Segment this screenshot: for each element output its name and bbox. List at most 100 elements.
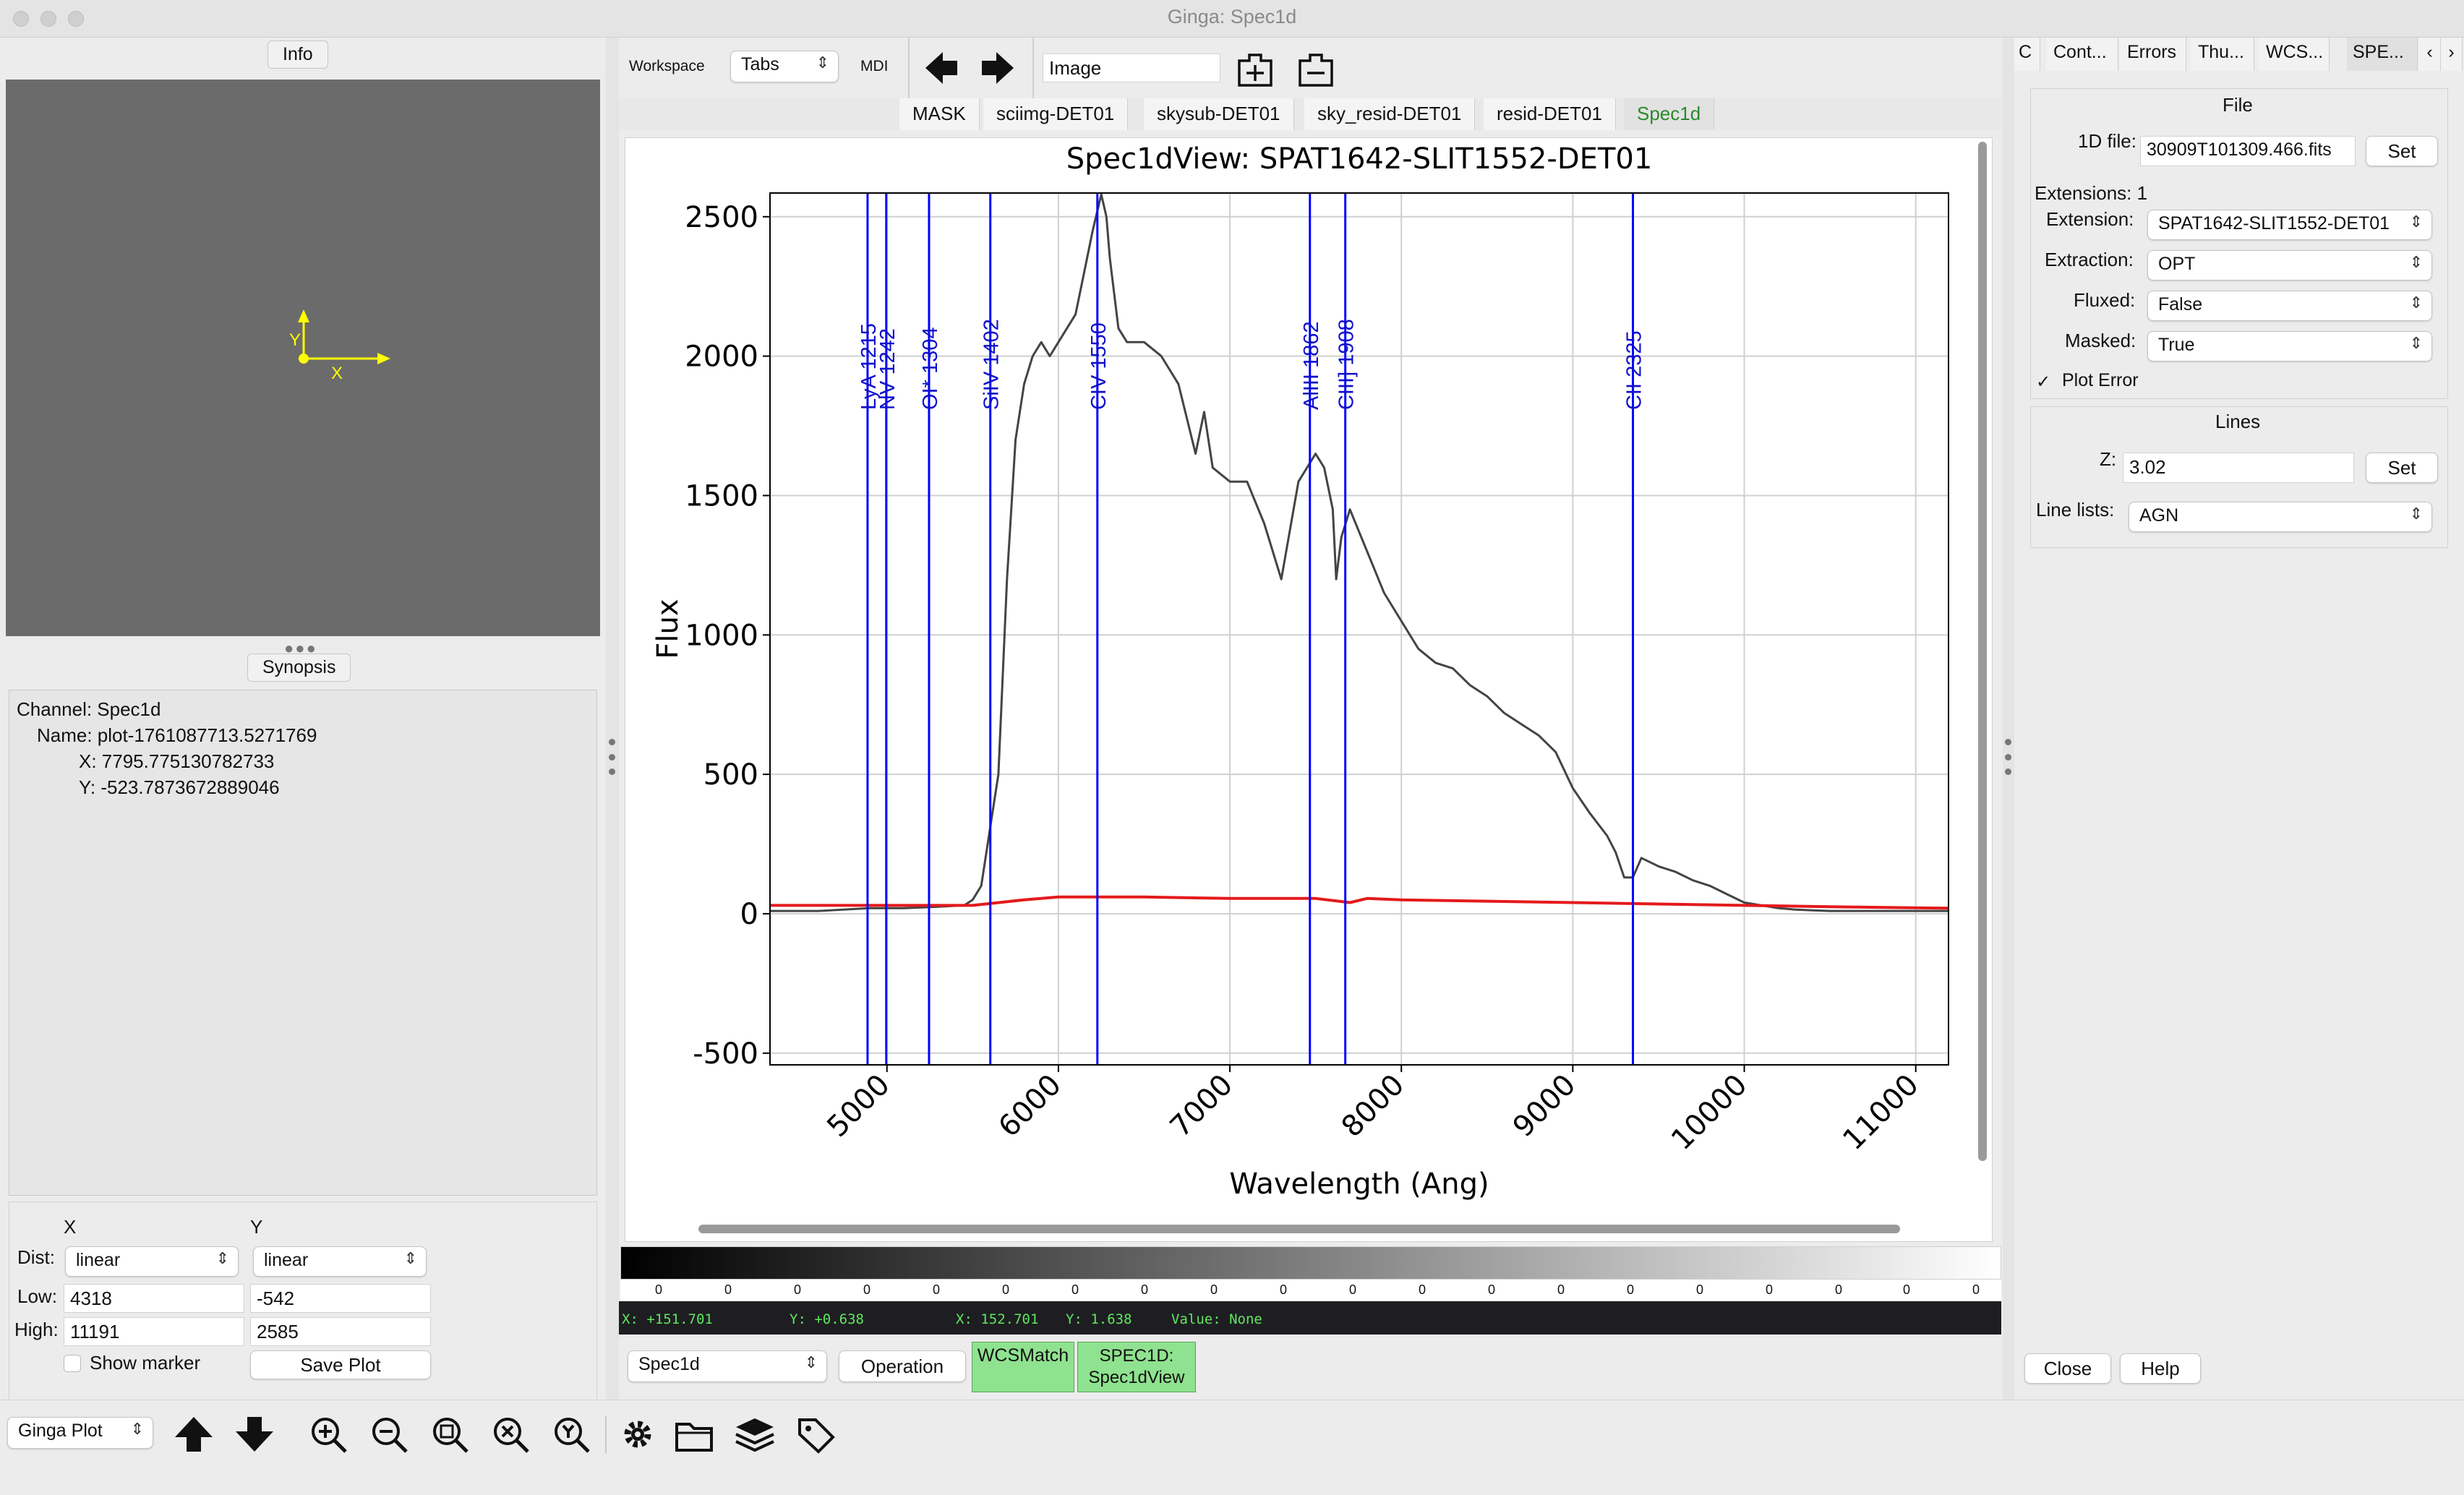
- tab-right-contents[interactable]: Cont...: [2046, 38, 2118, 71]
- colorbar-tick-label: 0: [1903, 1282, 1911, 1297]
- chevron-updown-icon: ⇕: [130, 1420, 144, 1438]
- chevron-left-icon[interactable]: ‹: [2419, 38, 2441, 71]
- workspace-select[interactable]: Tabs ⇕: [730, 51, 839, 82]
- image-name-input[interactable]: Image: [1043, 53, 1220, 82]
- save-plot-button[interactable]: Save Plot: [250, 1350, 431, 1379]
- spectrum-chart[interactable]: LyA 1215NV 1242 OI* 1304 SiIV 1402 CIV 1550…: [625, 138, 1985, 1215]
- tab-spec1d[interactable]: Spec1d: [1624, 98, 1715, 130]
- tab-sciimg[interactable]: sciimg-DET01: [983, 98, 1129, 130]
- tag-icon[interactable]: [798, 1418, 835, 1454]
- tab-right-c[interactable]: C: [2014, 38, 2040, 71]
- line-lists-label: Line lists:: [2036, 499, 2115, 521]
- help-button[interactable]: Help: [2120, 1353, 2201, 1384]
- colorbar-tick-label: 0: [1627, 1282, 1635, 1297]
- separator: [908, 38, 910, 98]
- masked-select[interactable]: True ⇕: [2147, 331, 2432, 361]
- arrow-up-icon[interactable]: [175, 1417, 213, 1452]
- readout-bar: X: +151.701 Y: +0.638 X: 152.701 Y: 1.63…: [619, 1301, 2001, 1335]
- tab-skysub[interactable]: skysub-DET01: [1144, 98, 1294, 130]
- colorbar-tick-label: 0: [1210, 1282, 1218, 1297]
- channel-select[interactable]: Spec1d ⇕: [628, 1350, 827, 1382]
- readout-value: Value: None: [1171, 1311, 1262, 1327]
- axis-x-label: X: [331, 364, 343, 383]
- dist-y-select[interactable]: linear ⇕: [253, 1246, 427, 1277]
- ginga-plot-select[interactable]: Ginga Plot ⇕: [7, 1417, 153, 1449]
- zoom-fit-icon[interactable]: [433, 1418, 469, 1453]
- tab-right-spec1d[interactable]: SPE...: [2347, 38, 2418, 71]
- arrow-down-icon[interactable]: [236, 1417, 273, 1452]
- tab-sky-resid[interactable]: sky_resid-DET01: [1304, 98, 1476, 130]
- add-channel-icon[interactable]: [1238, 53, 1272, 87]
- extension-value: SPAT1642-SLIT1552-DET01: [2158, 213, 2390, 234]
- lines-group-title: Lines: [2215, 411, 2261, 432]
- chevron-updown-icon: ⇕: [215, 1249, 229, 1267]
- workspace-icons: [1238, 53, 1333, 87]
- x-tick-label: 7000: [1164, 1068, 1240, 1144]
- horizontal-scrollbar[interactable]: [698, 1225, 1900, 1233]
- high-x-input[interactable]: 11191: [64, 1317, 244, 1346]
- plot-canvas[interactable]: LyA 1215 NV 1242 OI* 1304 SiIV 1402 CIV 1550…: [625, 137, 1993, 1242]
- colorbar-tick-label: 0: [933, 1282, 941, 1297]
- fluxed-select[interactable]: False ⇕: [2147, 291, 2432, 321]
- chevron-updown-icon: ⇕: [2409, 294, 2423, 312]
- axis-indicator-icon: Y X: [289, 309, 390, 383]
- tab-right-thumbs[interactable]: Thu...: [2191, 38, 2254, 71]
- wcsmatch-plugin-button[interactable]: WCSMatch: [972, 1342, 1074, 1392]
- line-lists-select[interactable]: AGN ⇕: [2129, 502, 2432, 532]
- y-tick-label: 500: [703, 758, 758, 792]
- left-panel: Info Y X ●●● Synopsis Channel: Spec1d Na…: [0, 38, 606, 1433]
- chevron-updown-icon: ⇕: [804, 1353, 818, 1371]
- spec1d-plugin-button[interactable]: SPEC1D: Spec1dView: [1077, 1342, 1196, 1392]
- tab-resid[interactable]: resid-DET01: [1484, 98, 1616, 130]
- spec1d-plugin-line2: Spec1dView: [1088, 1368, 1185, 1387]
- ginga-plot-value: Ginga Plot: [18, 1421, 103, 1441]
- z-set-button[interactable]: Set: [2366, 453, 2438, 483]
- zoom-x-icon[interactable]: [494, 1418, 529, 1453]
- readout-x1: X: +151.701: [622, 1311, 713, 1327]
- tab-right-wcs[interactable]: WCS...: [2259, 38, 2330, 71]
- plot-frame: [769, 192, 1949, 1066]
- colorbar-tick-label: 0: [1972, 1282, 1980, 1297]
- high-y-input[interactable]: 2585: [250, 1317, 431, 1346]
- bottom-tool-icons: [175, 1415, 651, 1453]
- zoom-in-icon[interactable]: [312, 1418, 347, 1453]
- low-y-input[interactable]: -542: [250, 1284, 431, 1313]
- arrow-right-icon[interactable]: [982, 52, 1014, 84]
- high-label: High:: [14, 1319, 59, 1340]
- layers-icon[interactable]: [735, 1418, 774, 1452]
- tab-mask[interactable]: MASK: [899, 98, 980, 130]
- folder-icon[interactable]: [675, 1423, 713, 1452]
- line-lists-value: AGN: [2139, 505, 2179, 526]
- dist-x-select[interactable]: linear ⇕: [65, 1246, 239, 1277]
- low-label: Low:: [17, 1285, 57, 1307]
- low-x-input[interactable]: 4318: [64, 1284, 244, 1313]
- gear-icon[interactable]: [624, 1421, 651, 1448]
- z-input[interactable]: 3.02: [2123, 453, 2354, 483]
- close-button[interactable]: Close: [2024, 1353, 2111, 1384]
- zoom-y-icon[interactable]: [555, 1418, 590, 1453]
- tab-right-errors[interactable]: Errors: [2120, 38, 2186, 71]
- show-marker-checkbox[interactable]: [64, 1355, 81, 1372]
- operation-button[interactable]: Operation: [839, 1350, 966, 1382]
- vertical-scrollbar[interactable]: [1978, 142, 1987, 1161]
- extraction-select[interactable]: OPT ⇕: [2147, 250, 2432, 280]
- info-pan-canvas[interactable]: Y X: [6, 80, 600, 636]
- chevron-updown-icon: ⇕: [2409, 334, 2423, 352]
- delete-channel-icon[interactable]: [1299, 53, 1333, 87]
- colorbar-tick-label: 0: [1557, 1282, 1565, 1297]
- dist-y-value: linear: [264, 1250, 309, 1270]
- dist-label: Dist:: [17, 1246, 55, 1268]
- arrow-left-icon[interactable]: [925, 52, 957, 84]
- chevron-right-icon[interactable]: ›: [2441, 38, 2463, 71]
- file-input[interactable]: 30909T101309.466.fits: [2140, 136, 2356, 166]
- colorbar-tick-label: 0: [1280, 1282, 1288, 1297]
- left-splitter[interactable]: [606, 38, 619, 1400]
- x-tick-label: 5000: [821, 1068, 897, 1144]
- right-splitter[interactable]: [2003, 38, 2014, 1400]
- synopsis-label: Synopsis: [247, 654, 351, 682]
- colorbar[interactable]: [620, 1246, 2001, 1280]
- extension-select[interactable]: SPAT1642-SLIT1552-DET01 ⇕: [2147, 210, 2432, 240]
- file-set-button[interactable]: Set: [2366, 136, 2438, 166]
- checkmark-icon[interactable]: ✓: [2036, 372, 2050, 393]
- zoom-out-icon[interactable]: [372, 1418, 408, 1453]
